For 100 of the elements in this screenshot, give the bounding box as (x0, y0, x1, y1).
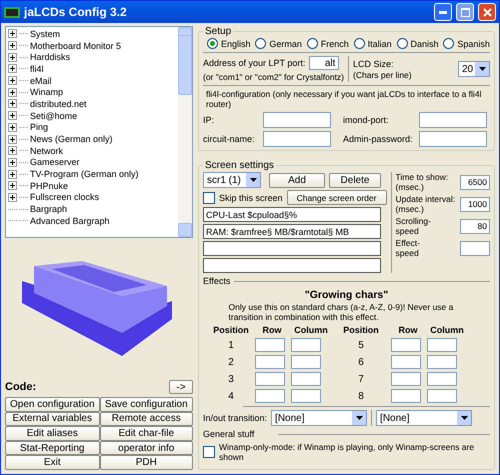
row-field[interactable] (391, 372, 421, 386)
line-field[interactable] (203, 241, 381, 256)
timing-label: Update interval: (396, 194, 456, 204)
action-button[interactable]: operator info (100, 440, 193, 456)
close-button[interactable] (478, 3, 496, 21)
column-field[interactable] (427, 372, 457, 386)
expand-icon[interactable] (8, 52, 17, 62)
tree-item[interactable]: Bargraph (30, 204, 68, 214)
checkbox[interactable] (203, 446, 215, 458)
action-button[interactable]: External variables (5, 412, 100, 426)
transition-select[interactable]: [None] (376, 410, 472, 426)
tree-item[interactable]: Ping (30, 122, 48, 132)
text-field[interactable] (263, 112, 331, 128)
action-button[interactable]: PDH (100, 455, 193, 470)
radio-button[interactable] (207, 38, 218, 49)
action-button[interactable]: Edit aliases (5, 426, 100, 441)
position-number: 1 (227, 340, 235, 350)
screen-select[interactable]: scr1 (1) (203, 172, 261, 188)
expand-icon[interactable] (8, 170, 17, 179)
timing-field[interactable]: 1000 (460, 196, 490, 212)
tree-item[interactable]: Motherboard Monitor 5 (30, 40, 122, 51)
line-field[interactable]: RAM: $ramfree§ MB/$ramtotal§ MB (203, 224, 381, 239)
delete-button[interactable]: Delete (329, 172, 381, 188)
change-order-button[interactable]: Change screen order (286, 190, 387, 205)
column-field[interactable] (291, 389, 321, 403)
expand-icon[interactable] (8, 158, 17, 167)
effects-label: Effects (203, 276, 230, 286)
row-field[interactable] (255, 355, 285, 369)
expand-icon[interactable] (8, 192, 17, 202)
column-field[interactable] (291, 338, 321, 352)
text-field[interactable] (419, 131, 487, 147)
add-button[interactable]: Add (269, 172, 325, 188)
tree-item[interactable]: PHPnuke (30, 180, 68, 191)
action-button[interactable]: Edit char-file (100, 426, 193, 441)
tree-item[interactable]: Gameserver (30, 157, 80, 168)
expand-icon[interactable] (8, 181, 17, 190)
line-field[interactable]: CPU-Last $cpuload§% (203, 207, 381, 222)
timing-field[interactable] (460, 240, 490, 256)
lpt-field[interactable]: alt (309, 56, 340, 70)
tree-item[interactable]: TV-Program (German only) (30, 169, 139, 180)
column-field[interactable] (427, 355, 457, 369)
maximize-button[interactable] (456, 3, 474, 21)
column-field[interactable] (427, 389, 457, 403)
action-button[interactable]: Open configuration (5, 397, 100, 412)
row-field[interactable] (255, 389, 285, 403)
tree-item[interactable]: Network (30, 146, 64, 156)
action-button[interactable]: Save configuration (100, 397, 193, 412)
radio-button[interactable] (443, 38, 454, 49)
row-field[interactable] (255, 372, 285, 386)
tree-item[interactable]: distributed.net (30, 98, 87, 109)
expand-icon[interactable] (8, 122, 17, 132)
column-field[interactable] (291, 372, 321, 386)
tree-item[interactable]: Fullscreen clocks (30, 192, 100, 202)
action-button[interactable]: Exit (5, 455, 100, 470)
timing-field[interactable]: 80 (460, 218, 490, 234)
action-button[interactable]: Remote access (100, 412, 193, 426)
expand-icon[interactable] (8, 41, 17, 50)
row-field[interactable] (391, 355, 421, 369)
tree-item[interactable]: fli4l (30, 64, 44, 74)
row-field[interactable] (391, 338, 421, 352)
expand-icon[interactable] (8, 146, 17, 156)
row-field[interactable] (391, 389, 421, 403)
tree-item[interactable]: Harddisks (30, 52, 70, 62)
tree-item[interactable]: Winamp (30, 87, 64, 98)
column-field[interactable] (427, 338, 457, 352)
row-field[interactable] (255, 338, 285, 352)
expand-icon[interactable] (8, 76, 17, 86)
timing-hint: (msec.) (396, 204, 425, 214)
tree-item[interactable]: eMail (30, 76, 52, 86)
radio-button[interactable] (396, 38, 408, 49)
radio-button[interactable] (255, 38, 266, 49)
expand-icon[interactable] (8, 29, 17, 38)
expand-icon[interactable] (8, 134, 17, 144)
timing-label: Effect- (396, 238, 420, 248)
tree-item[interactable]: Advanced Bargraph (30, 216, 110, 226)
line-field[interactable] (203, 258, 381, 273)
general-label: General stuff (203, 429, 254, 439)
expand-icon[interactable] (8, 88, 17, 97)
radio-button[interactable] (306, 38, 318, 49)
radio-button[interactable] (354, 38, 365, 49)
expand-icon[interactable] (8, 111, 17, 120)
text-field[interactable] (419, 112, 487, 128)
tree-item[interactable]: News (German only) (30, 134, 113, 144)
action-button[interactable]: Stat-Reporting (5, 440, 100, 456)
timing-field[interactable]: 6500 (460, 174, 490, 190)
tree-item[interactable]: System (30, 28, 60, 39)
transition-select[interactable]: [None] (271, 410, 368, 426)
lcd-size-select[interactable]: 20 (458, 61, 490, 77)
text-field[interactable] (263, 131, 331, 147)
timing-label: Scrolling- (396, 216, 431, 226)
expand-icon[interactable] (8, 99, 17, 108)
checkbox[interactable] (203, 192, 215, 204)
position-number: 2 (227, 356, 235, 368)
scrollbar[interactable] (178, 27, 192, 237)
expand-icon[interactable] (8, 64, 17, 74)
arrow-button[interactable]: -> (169, 380, 193, 394)
column-field[interactable] (291, 355, 321, 369)
minimize-button[interactable] (434, 3, 452, 21)
tree-item[interactable]: Seti@home (30, 110, 78, 121)
position-number: 3 (227, 374, 235, 384)
